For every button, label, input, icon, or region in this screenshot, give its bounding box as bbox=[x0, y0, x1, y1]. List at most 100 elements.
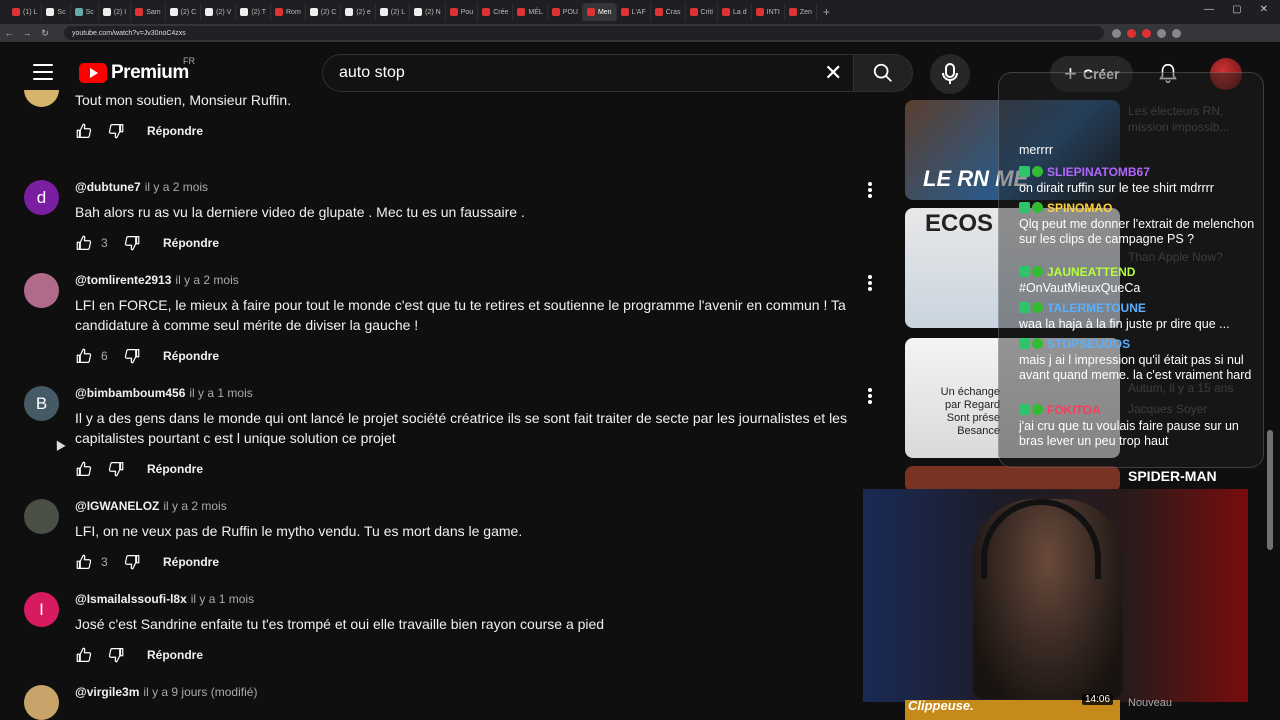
like-icon[interactable] bbox=[75, 234, 93, 252]
tab-label: Sc bbox=[57, 8, 66, 16]
comment-author[interactable]: @IGWANELOZ bbox=[75, 499, 159, 513]
tab-label: (2) C bbox=[320, 8, 337, 16]
browser-tab[interactable]: MÉL bbox=[513, 3, 548, 21]
like-icon[interactable] bbox=[75, 347, 93, 365]
youtube-icon bbox=[135, 8, 144, 16]
browser-tab[interactable]: (2) N bbox=[410, 3, 446, 21]
maximize-icon[interactable]: ▢ bbox=[1232, 4, 1241, 15]
browser-tab[interactable]: (2) C bbox=[306, 3, 342, 21]
chat-text: Qlq peut me donner l'extrait de melencho… bbox=[1019, 217, 1255, 246]
recommended-video-title[interactable]: SPIDER-MAN bbox=[1128, 468, 1217, 484]
browser-tab[interactable]: (2) e bbox=[341, 3, 376, 21]
comment-author[interactable]: @virgile3m bbox=[75, 685, 139, 699]
extension-icon[interactable] bbox=[1142, 28, 1151, 38]
comment-timestamp[interactable]: il y a 2 mois bbox=[163, 499, 226, 513]
profile-icon[interactable] bbox=[1172, 28, 1181, 38]
reply-button[interactable]: Répondre bbox=[163, 555, 219, 569]
extension-icon[interactable] bbox=[1112, 28, 1121, 38]
browser-tab[interactable]: Crée bbox=[478, 3, 514, 21]
browser-tab[interactable]: Pou bbox=[446, 3, 479, 21]
comment-avatar[interactable]: B bbox=[24, 386, 59, 421]
chat-badges bbox=[1019, 404, 1043, 416]
x-icon bbox=[169, 8, 178, 16]
search-input[interactable]: auto stop bbox=[322, 54, 854, 92]
comment-timestamp[interactable]: il y a 1 mois bbox=[191, 592, 254, 606]
comment-avatar[interactable] bbox=[24, 499, 59, 534]
comment-avatar[interactable] bbox=[24, 685, 59, 720]
browser-tab[interactable]: Criti bbox=[686, 3, 718, 21]
browser-tab[interactable]: L'AF bbox=[617, 3, 651, 21]
minimize-icon[interactable]: — bbox=[1204, 4, 1214, 15]
comment-avatar[interactable] bbox=[24, 90, 59, 107]
like-icon[interactable] bbox=[75, 460, 93, 478]
search-button[interactable] bbox=[853, 54, 913, 92]
comment-options-icon[interactable] bbox=[868, 388, 872, 404]
back-icon[interactable]: ← bbox=[0, 28, 18, 38]
comment-author[interactable]: @tomlirente2913 bbox=[75, 273, 171, 287]
browser-tab[interactable]: (2) I bbox=[99, 3, 132, 21]
browser-tab[interactable]: (1) L bbox=[8, 3, 43, 21]
dislike-icon[interactable] bbox=[123, 553, 141, 571]
chat-username[interactable]: JAUNEATTEND bbox=[1047, 265, 1135, 279]
reload-icon[interactable]: ↻ bbox=[36, 28, 54, 39]
dislike-icon[interactable] bbox=[123, 234, 141, 252]
browser-tab[interactable]: (2) V bbox=[201, 3, 237, 21]
reply-button[interactable]: Répondre bbox=[147, 124, 203, 138]
chat-username[interactable]: SLIEPINATOMB67 bbox=[1047, 165, 1150, 179]
comment-timestamp[interactable]: il y a 1 mois bbox=[189, 386, 252, 400]
chat-username[interactable]: FOKITOA bbox=[1047, 403, 1101, 417]
reply-button[interactable]: Répondre bbox=[147, 462, 203, 476]
browser-tab[interactable]: POU bbox=[548, 3, 583, 21]
close-window-icon[interactable]: ✕ bbox=[1260, 4, 1268, 15]
search-query: auto stop bbox=[339, 64, 405, 81]
clear-search-icon[interactable]: ✕ bbox=[824, 62, 842, 84]
youtube-premium-logo[interactable]: Premium bbox=[79, 62, 189, 84]
chat-username[interactable]: SPINOMAO bbox=[1047, 201, 1112, 215]
comment-author[interactable]: @Ismailalssoufi-l8x bbox=[75, 592, 187, 606]
dislike-icon[interactable] bbox=[107, 460, 125, 478]
comment-avatar[interactable]: I bbox=[24, 592, 59, 627]
new-tab-icon[interactable]: + bbox=[817, 5, 836, 19]
comment-timestamp[interactable]: il y a 9 jours (modifié) bbox=[143, 685, 257, 699]
dislike-icon[interactable] bbox=[107, 646, 125, 664]
hamburger-menu-icon[interactable] bbox=[33, 64, 53, 80]
comment-options-icon[interactable] bbox=[868, 182, 872, 198]
comment-avatar[interactable]: d bbox=[24, 180, 59, 215]
like-icon[interactable] bbox=[75, 553, 93, 571]
browser-tab[interactable]: Sc bbox=[71, 3, 99, 21]
browser-tab[interactable]: (2) T bbox=[236, 3, 271, 21]
extension-icon[interactable] bbox=[1127, 28, 1136, 38]
browser-tab[interactable]: INTI bbox=[752, 3, 785, 21]
browser-tab[interactable]: Sam bbox=[131, 3, 166, 21]
url-bar[interactable]: youtube.com/watch?v=Jv30noC4zxs bbox=[64, 26, 1104, 40]
chat-username[interactable]: STOPSEUDOS bbox=[1047, 337, 1130, 351]
browser-tab[interactable]: Rom bbox=[271, 3, 306, 21]
reply-button[interactable]: Répondre bbox=[163, 236, 219, 250]
comment-timestamp[interactable]: il y a 2 mois bbox=[145, 180, 208, 194]
comment-timestamp[interactable]: il y a 2 mois bbox=[175, 273, 238, 287]
browser-tab[interactable]: Zen bbox=[785, 3, 817, 21]
like-icon[interactable] bbox=[75, 646, 93, 664]
chat-username[interactable]: TALERMETOUNE bbox=[1047, 301, 1146, 315]
comment-author[interactable]: @dubtune7 bbox=[75, 180, 141, 194]
comment-avatar[interactable] bbox=[24, 273, 59, 308]
dislike-icon[interactable] bbox=[107, 122, 125, 140]
page-scrollbar[interactable] bbox=[1266, 100, 1274, 720]
browser-tab[interactable]: La d bbox=[718, 3, 752, 21]
chat-message: TALERMETOUNE waa la haja à la fin juste p… bbox=[1019, 299, 1255, 332]
browser-tab[interactable]: (2) L bbox=[376, 3, 411, 21]
browser-tab[interactable]: (2) C bbox=[166, 3, 202, 21]
browser-tab[interactable]: Sc bbox=[42, 3, 71, 21]
like-icon[interactable] bbox=[75, 122, 93, 140]
reply-button[interactable]: Répondre bbox=[147, 648, 203, 662]
comment-options-icon[interactable] bbox=[868, 275, 872, 291]
browser-tab[interactable]: Men bbox=[582, 3, 617, 21]
scrollbar-thumb[interactable] bbox=[1267, 430, 1273, 550]
browser-tab[interactable]: Cras bbox=[651, 3, 686, 21]
voice-search-button[interactable] bbox=[930, 54, 970, 94]
forward-icon[interactable]: → bbox=[18, 28, 36, 38]
extension-icon[interactable] bbox=[1157, 28, 1166, 38]
dislike-icon[interactable] bbox=[123, 347, 141, 365]
reply-button[interactable]: Répondre bbox=[163, 349, 219, 363]
comment-author[interactable]: @bimbamboum456 bbox=[75, 386, 185, 400]
